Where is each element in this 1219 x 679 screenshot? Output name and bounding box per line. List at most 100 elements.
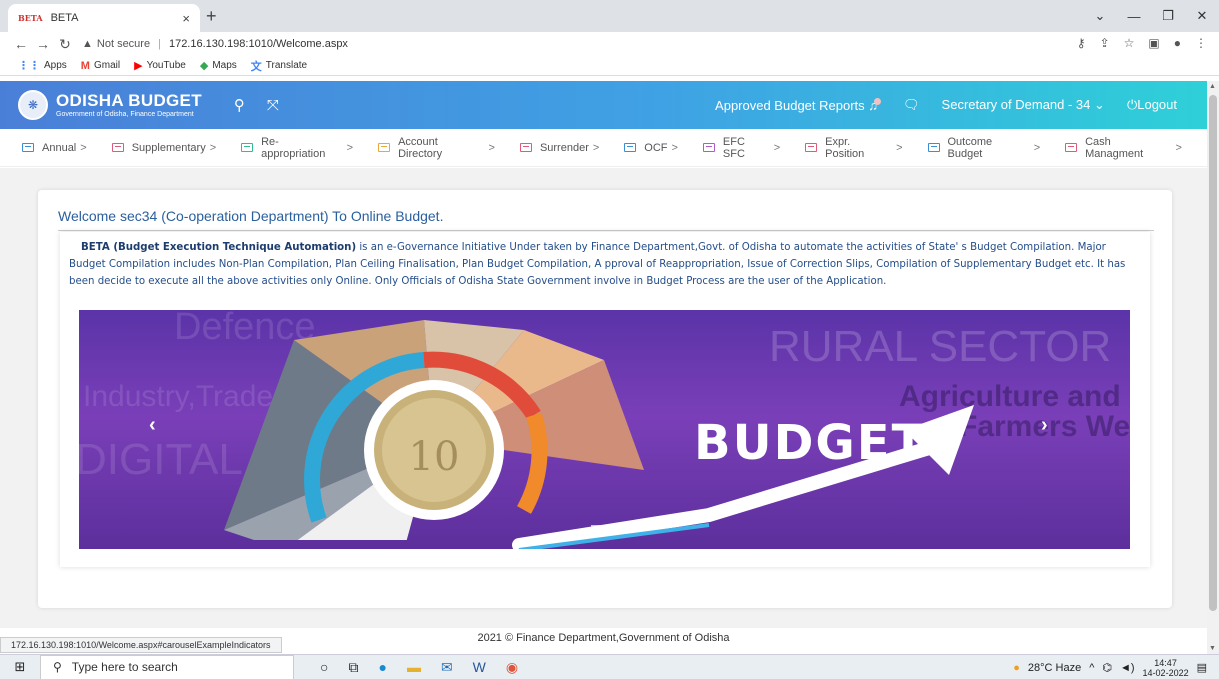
menu-item-cash-managment[interactable]: Cash Managment > <box>1065 136 1182 160</box>
bookmarks-bar: ⋮⋮ Apps M Gmail ▶ YouTube ◆ Maps 文 Translate <box>0 56 1219 76</box>
windows-taskbar: ⊞ ⚲ Type here to search ○ ⧉ ● ▬ ✉ W ◉ ● … <box>0 654 1219 679</box>
page-scrollbar[interactable]: ▲ ▼ <box>1207 81 1219 654</box>
translate-icon: 文 <box>250 60 262 73</box>
bookmark-gmail[interactable]: M Gmail <box>81 60 120 72</box>
approved-reports-link[interactable]: Approved Budget Reports ♫ <box>715 97 882 113</box>
window-close-icon[interactable]: ✕ <box>1185 8 1219 24</box>
mail-icon[interactable]: ✉ <box>441 659 453 676</box>
new-tab-button[interactable]: + <box>206 6 217 27</box>
file-explorer-icon[interactable]: ▬ <box>407 659 421 675</box>
scroll-down-icon[interactable]: ▼ <box>1209 645 1216 652</box>
description-card: BETA (Budget Execution Technique Automat… <box>60 232 1150 567</box>
odisha-emblem-icon: ❋ <box>18 90 48 120</box>
carousel-prev-button[interactable]: ‹ <box>149 414 156 437</box>
brand[interactable]: ODISHA BUDGET Government of Odisha, Fina… <box>56 92 202 118</box>
menu-item-account-directory[interactable]: Account Directory > <box>378 136 495 160</box>
scroll-up-icon[interactable]: ▲ <box>1209 83 1216 90</box>
menu-item-expr-position[interactable]: Expr. Position > <box>805 135 903 160</box>
back-icon[interactable]: ← <box>10 36 32 52</box>
edge-icon[interactable]: ● <box>378 659 386 675</box>
power-icon: ⏻ <box>1126 97 1138 112</box>
header-actions: Approved Budget Reports ♫ 🗨 Secretary of… <box>715 81 1177 129</box>
menu-label: Account Directory <box>398 135 443 160</box>
bookmark-maps[interactable]: ◆ Maps <box>200 59 237 72</box>
task-view-icon[interactable]: ⧉ <box>348 659 358 676</box>
maps-icon: ◆ <box>199 60 209 72</box>
cortana-icon[interactable]: ○ <box>320 659 328 675</box>
tab-title: BETA <box>50 12 79 24</box>
menu-icon <box>927 143 940 152</box>
minimize-icon[interactable]: — <box>1117 9 1151 24</box>
menu-label: Supplementary <box>131 141 206 154</box>
notification-icon[interactable]: ▤ <box>1197 661 1207 674</box>
menu-icon <box>241 143 254 152</box>
tray-chevron-icon[interactable]: ^ <box>1089 662 1094 674</box>
carousel-headline: BUDGET <box>694 415 927 471</box>
bookmark-youtube[interactable]: ▶ YouTube <box>134 59 186 72</box>
restore-icon[interactable]: ❐ <box>1151 8 1185 24</box>
share-icon[interactable]: ⇪ <box>1100 36 1110 50</box>
menu-item-outcome-budget[interactable]: Outcome Budget > <box>927 136 1040 160</box>
budget-carousel[interactable]: Defence RURAL SECTOR Industry,Trade & Co… <box>79 310 1130 549</box>
scroll-thumb[interactable] <box>1209 95 1217 611</box>
carousel-indicator[interactable] <box>617 525 639 527</box>
description-text: BETA (Budget Execution Technique Automat… <box>69 239 1131 290</box>
status-url: 172.16.130.198:1010/Welcome.aspx#carouse… <box>0 637 282 653</box>
weather-text[interactable]: 28°C Haze <box>1028 662 1081 674</box>
word-icon[interactable]: W <box>473 659 486 675</box>
menu-icon <box>519 143 532 152</box>
carousel-next-button[interactable]: › <box>1041 414 1048 437</box>
profile-icon[interactable]: ● <box>1174 36 1181 50</box>
bookmark-translate[interactable]: 文 Translate <box>251 58 307 74</box>
tab-close-icon[interactable]: × <box>182 11 190 26</box>
search-icon[interactable]: ⚲ <box>234 96 245 114</box>
volume-icon[interactable]: ◄) <box>1120 662 1135 674</box>
chevron-right-icon: > <box>1175 141 1182 154</box>
fullscreen-icon[interactable]: ⤧ <box>267 97 279 114</box>
warning-icon: ▲ <box>82 38 93 50</box>
window-controls: ⌄ — ❐ ✕ <box>1083 0 1219 32</box>
logout-button[interactable]: ⏻Logout <box>1127 97 1177 113</box>
weather-icon: ● <box>1013 661 1020 674</box>
menu-label: Expr. Position <box>825 135 865 160</box>
menu-item-ocf[interactable]: OCF > <box>624 142 678 154</box>
not-secure-label: Not secure <box>96 38 151 50</box>
notification-dot <box>874 97 882 105</box>
brand-subtitle: Government of Odisha, Finance Department <box>56 111 194 118</box>
tab-search-icon[interactable]: ⌄ <box>1083 8 1117 24</box>
role-dropdown[interactable]: Secretary of Demand - 34 ⌄ <box>942 97 1105 113</box>
chat-icon[interactable]: 🗨 <box>903 97 920 113</box>
address-bar: ← → ↻ ▲ Not secure | 172.16.130.198:1010… <box>0 32 1219 56</box>
bookmark-apps[interactable]: ⋮⋮ Apps <box>18 59 67 72</box>
key-icon[interactable]: ⚷ <box>1077 36 1086 50</box>
clock[interactable]: 14:47 14-02-2022 <box>1143 658 1189 678</box>
taskbar-search-input[interactable]: ⚲ Type here to search <box>40 654 294 679</box>
menu-item-re-appropriation[interactable]: Re-appropriation > <box>241 136 353 160</box>
browser-tab-bar: BETA BETA × + ⌄ — ❐ ✕ <box>0 0 1219 32</box>
menu-icon <box>22 143 34 152</box>
chevron-right-icon: > <box>671 141 678 154</box>
carousel-indicator[interactable] <box>643 525 665 527</box>
menu-icon <box>624 143 637 152</box>
chevron-right-icon: > <box>80 141 87 154</box>
menu-item-annual[interactable]: Annual > <box>22 142 87 154</box>
browser-tab[interactable]: BETA BETA × <box>8 4 200 32</box>
menu-label: OCF <box>644 141 668 154</box>
menu-item-supplementary[interactable]: Supplementary > <box>111 141 216 154</box>
windows-start-icon[interactable]: ⊞ <box>0 659 40 675</box>
divider <box>58 230 1154 231</box>
reload-icon[interactable]: ↻ <box>54 36 76 53</box>
network-icon[interactable]: ⌬ <box>1102 661 1112 674</box>
star-icon[interactable]: ☆ <box>1124 36 1135 50</box>
carousel-indicator[interactable] <box>591 525 613 527</box>
chrome-icon[interactable]: ◉ <box>506 659 518 676</box>
url-field[interactable]: ▲ Not secure | 172.16.130.198:1010/Welco… <box>82 38 348 50</box>
menu-dots-icon[interactable]: ⋮ <box>1195 36 1207 50</box>
forward-icon[interactable]: → <box>32 36 54 52</box>
sidepanel-icon[interactable]: ▣ <box>1148 36 1159 50</box>
browser-toolbar-icons: ⚷ ⇪ ☆ ▣ ● ⋮ <box>1077 36 1207 50</box>
search-icon: ⚲ <box>53 660 62 674</box>
menu-item-surrender[interactable]: Surrender > <box>519 142 599 154</box>
menu-item-efc-sfc[interactable]: EFC SFC > <box>702 136 780 160</box>
carousel-bg-text-2: RURAL SECTOR <box>769 322 1112 371</box>
